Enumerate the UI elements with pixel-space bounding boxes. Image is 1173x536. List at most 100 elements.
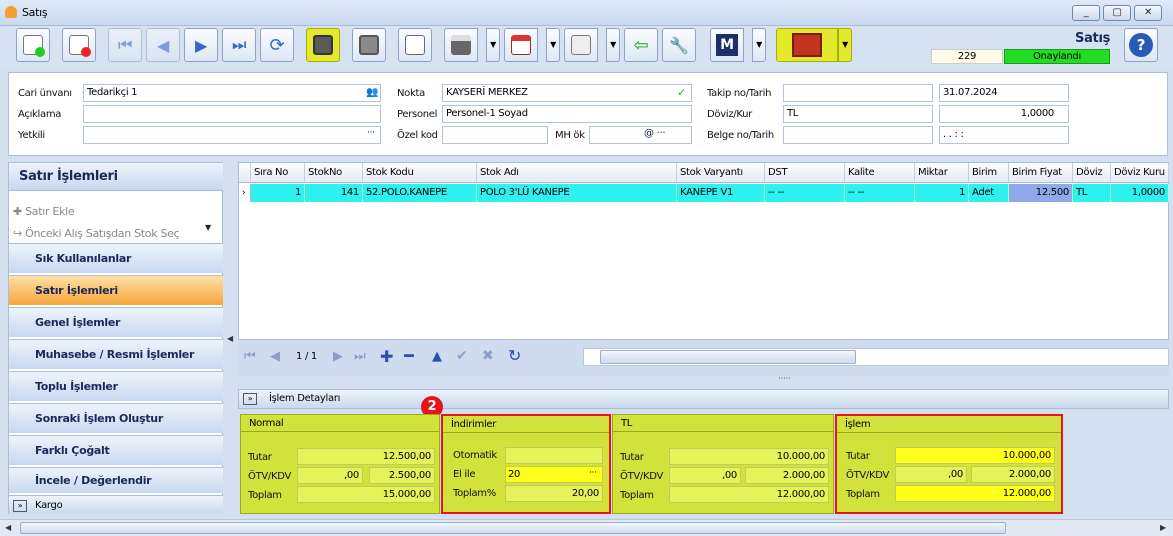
mhok-at-icon[interactable]: @ ··· [644,128,666,139]
nav-toplu-islemler[interactable]: Toplu İşlemler [9,371,223,401]
import-button[interactable]: ⇦ [624,28,658,62]
cell-miktar[interactable]: 1 [915,184,969,202]
cell-birim[interactable]: Adet [969,184,1009,202]
export-dropdown[interactable]: ▼ [546,28,560,62]
kur-field[interactable]: 1,0000 [939,105,1069,123]
ozelkod-field[interactable] [442,126,548,144]
nav-refresh-icon[interactable]: ↻ [508,346,521,365]
cell-doviz[interactable]: TL [1073,184,1111,202]
nav-next-icon[interactable]: ▶ [333,349,343,364]
grid-hscroll-thumb[interactable] [600,350,856,364]
window-hscroll[interactable]: ◀ ▶ [0,519,1173,536]
new-document-button[interactable] [16,28,50,62]
cell-sira-no[interactable]: 1 [251,184,305,202]
transfer-button[interactable] [564,28,598,62]
col-birim-fiyat[interactable]: Birim Fiyat [1009,163,1073,183]
yetkili-field[interactable] [83,126,381,144]
cell-dst[interactable]: -- -- [765,184,845,202]
cell-stok-varyanti[interactable]: KANEPE V1 [677,184,765,202]
col-doviz-kuru[interactable]: Döviz Kuru [1111,163,1169,183]
cell-birim-fiyat[interactable]: 12.500 [1009,184,1073,202]
aciklama-field[interactable] [83,105,381,123]
cari-lookup-icon[interactable]: 👥 [366,87,378,98]
first-record-button[interactable]: ⏮ [108,28,142,62]
kargo-bar[interactable]: » Kargo [9,495,223,514]
doviz-select[interactable]: TL [783,105,933,123]
previous-stock-action[interactable]: ↪ Önceki Alış Satışdan Stok Seç [13,227,180,240]
exit-dropdown[interactable]: ▼ [838,28,852,62]
m-dropdown[interactable]: ▼ [752,28,766,62]
splitter-arrow-icon[interactable]: ◀ [227,334,233,343]
nav-farkli-cogalt[interactable]: Farklı Çoğalt [9,435,223,465]
splitter-grip[interactable]: ····· [778,374,791,384]
nav-muhasebe[interactable]: Muhasebe / Resmi İşlemler [9,339,223,369]
belge-field[interactable] [783,126,933,144]
export-pdf-button[interactable] [504,28,538,62]
nav-sik-kullanilanlar[interactable]: Sık Kullanılanlar [9,243,223,273]
personel-field[interactable]: Personel-1 Soyad [442,105,692,123]
refresh-button[interactable]: ⟳ [260,28,294,62]
nokta-field[interactable]: KAYSERİ MERKEZ [442,84,692,102]
nav-confirm-icon[interactable]: ✔ [456,348,468,364]
col-stok-adi[interactable]: Stok Adı [477,163,677,183]
prev-record-button[interactable]: ◀ [146,28,180,62]
details-header[interactable]: » İşlem Detayları [238,389,1169,409]
col-doviz[interactable]: Döviz [1073,163,1111,183]
nav-genel-islemler[interactable]: Genel İşlemler [9,307,223,337]
scroll-left-icon[interactable]: ◀ [5,523,11,532]
nav-incele[interactable]: İncele / Değerlendir [9,467,223,493]
scroll-right-icon[interactable]: ▶ [1160,523,1166,532]
preview-button[interactable] [398,28,432,62]
oto-field[interactable] [505,447,603,464]
col-miktar[interactable]: Miktar [915,163,969,183]
cell-stok-kodu[interactable]: 52.POLO.KANEPE [363,184,477,202]
transfer-dropdown[interactable]: ▼ [606,28,620,62]
nav-remove-icon[interactable]: ━ [404,346,414,365]
nav-up-icon[interactable]: ▲ [432,349,442,364]
col-birim[interactable]: Birim [969,163,1009,183]
save-button[interactable] [306,28,340,62]
save-close-button[interactable] [352,28,386,62]
maximize-button[interactable]: ▢ [1103,5,1131,21]
nav-last-icon[interactable]: ⏭ [354,349,366,364]
print-button[interactable] [444,28,478,62]
next-record-button[interactable]: ▶ [184,28,218,62]
row-indicator[interactable]: › [239,184,251,202]
col-kalite[interactable]: Kalite [845,163,915,183]
window-hscroll-thumb[interactable] [20,522,1006,534]
actions-chevron-icon[interactable]: ▼ [205,223,211,232]
col-stokno[interactable]: StokNo [305,163,363,183]
col-dst[interactable]: DST [765,163,845,183]
print-dropdown[interactable]: ▼ [486,28,500,62]
nav-first-icon[interactable]: ⏮ [244,349,256,364]
add-row-action[interactable]: ✚ Satır Ekle [13,205,75,218]
m-button[interactable]: M [710,28,744,62]
cell-doviz-kuru[interactable]: 1,0000 [1111,184,1169,202]
help-button[interactable]: ? [1124,28,1158,62]
cari-field[interactable]: Tedarikçi 1 [83,84,381,102]
nav-add-icon[interactable]: ✚ [380,347,393,366]
minimize-button[interactable]: _ [1072,5,1100,21]
takip-field[interactable] [783,84,933,102]
nav-satir-islemleri[interactable]: Satır İşlemleri [9,275,223,305]
last-record-button[interactable]: ⏭ [222,28,256,62]
col-sira-no[interactable]: Sıra No [251,163,305,183]
cell-stok-adi[interactable]: POLO 3'LÜ KANEPE [477,184,677,202]
grid-hscroll[interactable] [583,348,1169,366]
nav-sonraki-islem[interactable]: Sonraki İşlem Oluştur [9,403,223,433]
delete-document-button[interactable] [62,28,96,62]
cell-stokno[interactable]: 141 [305,184,363,202]
takip-date-field[interactable]: 31.07.2024 [939,84,1069,102]
nav-cancel-icon[interactable]: ✖ [482,348,494,364]
yetkili-ellipsis-icon[interactable]: ··· [367,128,375,138]
mhok-field[interactable] [589,126,692,144]
tools-button[interactable]: 🔧 [662,28,696,62]
belge-date-field[interactable]: . . : : [939,126,1069,144]
col-stok-kodu[interactable]: Stok Kodu [363,163,477,183]
nav-prev-icon[interactable]: ◀ [270,349,280,364]
cell-kalite[interactable]: -- -- [845,184,915,202]
col-stok-varyanti[interactable]: Stok Varyantı [677,163,765,183]
close-button[interactable]: ✕ [1134,5,1162,21]
exit-button[interactable] [776,28,838,62]
elile-ellipsis-icon[interactable]: ··· [589,468,597,478]
